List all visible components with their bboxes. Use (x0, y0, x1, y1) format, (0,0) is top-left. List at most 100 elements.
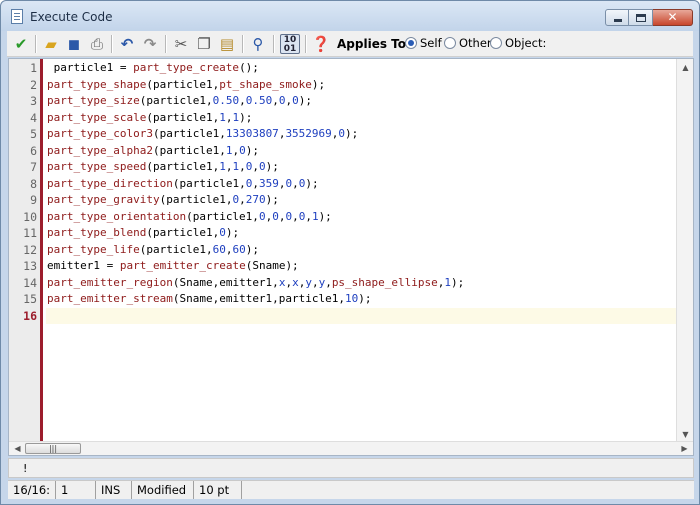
code-line[interactable]: part_type_direction(particle1,0,359,0,0)… (47, 176, 319, 193)
code-token: part_type_alpha2 (47, 143, 153, 157)
line-number: 3 (30, 94, 37, 108)
scroll-right-icon[interactable]: ▶ (676, 440, 693, 455)
open-folder-icon[interactable]: ▰ (41, 34, 61, 54)
code-token: 1 (219, 110, 226, 124)
horizontal-scroll-thumb[interactable]: ||| (25, 443, 81, 454)
radio-object[interactable]: Object: (490, 36, 546, 50)
code-token: (particle1, (152, 127, 226, 140)
code-line[interactable]: part_type_gravity(particle1,0,270); (47, 192, 279, 209)
code-token: ); (305, 176, 319, 190)
code-token: 60 (212, 242, 226, 256)
code-token: ); (311, 77, 326, 91)
code-token: 0 (258, 209, 266, 223)
code-token: 10 (345, 292, 359, 305)
line-number: 7 (30, 160, 37, 174)
code-line[interactable]: particle1 = part_type_create(); (47, 60, 259, 77)
code-token: 0 (272, 209, 279, 223)
code-line[interactable]: part_type_shape(particle1,pt_shape_smoke… (47, 77, 325, 94)
toolbar-separator (273, 35, 274, 53)
code-token: part_type_color3 (47, 127, 153, 140)
code-line[interactable]: part_type_size(particle1,0.50,0.50,0,0); (47, 93, 312, 110)
radio-self[interactable]: Self (405, 36, 442, 50)
save-icon[interactable]: ◼ (64, 34, 84, 54)
document-icon (11, 9, 23, 24)
radio-self-button[interactable] (405, 37, 417, 49)
code-line[interactable]: part_type_blend(particle1,0); (47, 225, 239, 242)
code-token: part_type_speed (47, 160, 147, 173)
code-line[interactable]: part_emitter_region(Sname,emitter1,x,x,y… (47, 275, 464, 292)
line-number: 8 (30, 176, 37, 191)
redo-icon[interactable]: ↷ (140, 34, 160, 54)
check-icon[interactable]: ✔ (11, 34, 31, 54)
code-token: ); (358, 292, 372, 305)
code-token: , (252, 160, 259, 173)
help-icon[interactable]: ❓ (311, 34, 331, 54)
code-token: ); (225, 226, 240, 239)
code-line[interactable]: emitter1 = part_emitter_create(Sname); (47, 258, 299, 275)
code-token: 0.50 (245, 94, 273, 107)
line-number: 13 (23, 259, 37, 273)
code-token: , (305, 209, 312, 223)
code-token: ); (265, 193, 279, 206)
code-token: , (272, 94, 279, 107)
scroll-up-icon[interactable]: ▲ (677, 59, 693, 76)
message-text: ! (23, 462, 28, 475)
toggle-icon[interactable]: 10 01 (280, 34, 300, 54)
paste-icon[interactable]: ▤ (217, 34, 237, 54)
code-token: 0 (239, 143, 246, 157)
horizontal-scrollbar[interactable]: ◀ ||| ▶ (9, 441, 693, 455)
code-editor[interactable]: 1 2 3 4 5 6 7 8 9 10 11 12 13 14 15 16 particle1 = part… (8, 58, 694, 456)
status-mode: INS (96, 481, 132, 499)
current-line-highlight (46, 307, 677, 324)
code-token: (particle1, (146, 160, 220, 173)
toolbar: ✔ ▰ ◼ ⎙ ↶ ↷ ✂ ❐ ▤ ⚲ 10 01 ❓ Applies To: S… (7, 31, 693, 57)
toolbar-separator (242, 35, 243, 53)
radio-other-button[interactable] (444, 37, 456, 49)
code-line[interactable]: part_type_alpha2(particle1,1,0); (47, 143, 259, 160)
close-button[interactable]: ✕ (653, 9, 693, 26)
maximize-icon (636, 14, 646, 22)
window-title: Execute Code (30, 10, 113, 24)
cut-icon[interactable]: ✂ (171, 34, 191, 54)
maximize-button[interactable] (629, 9, 653, 26)
code-token: particle1 = (47, 61, 134, 74)
code-token: (particle1, (152, 143, 226, 157)
vertical-scrollbar[interactable]: ▲ ▼ (676, 59, 693, 443)
code-token: x (292, 275, 299, 289)
code-token: ); (345, 127, 359, 140)
code-token: pt_shape_smoke (219, 77, 312, 91)
copy-icon[interactable]: ❐ (194, 34, 214, 54)
scroll-left-icon[interactable]: ◀ (9, 440, 26, 455)
code-token: , (239, 160, 246, 173)
code-token: 359 (258, 176, 279, 190)
status-position: 16/16: (8, 481, 56, 499)
code-line[interactable]: part_type_color3(particle1,13303807,3552… (47, 126, 358, 143)
title-bar[interactable]: Execute Code ✕ (1, 1, 699, 31)
code-token: part_emitter_stream (47, 292, 173, 305)
code-token: part_emitter_region (47, 275, 173, 289)
code-token: (); (239, 61, 259, 74)
code-line[interactable]: part_type_scale(particle1,1,1); (47, 110, 252, 127)
code-line[interactable]: part_type_life(particle1,60,60); (47, 242, 259, 259)
radio-object-button[interactable] (490, 37, 502, 49)
minimize-button[interactable] (605, 9, 629, 26)
applies-to-label: Applies To: (337, 37, 411, 51)
code-token: (particle1, (186, 209, 259, 223)
toolbar-separator (305, 35, 306, 53)
code-token: y (305, 275, 312, 289)
code-token: 0 (292, 94, 299, 107)
undo-icon[interactable]: ↶ (117, 34, 137, 54)
radio-other[interactable]: Other (444, 36, 492, 50)
line-number: 1 (30, 61, 37, 75)
code-line[interactable]: part_emitter_stream(Sname,emitter1,parti… (47, 291, 372, 308)
code-token: , (325, 275, 332, 289)
search-icon[interactable]: ⚲ (248, 34, 268, 54)
line-number: 9 (30, 193, 37, 207)
toolbar-separator (111, 35, 112, 53)
code-line[interactable]: part_type_speed(particle1,1,1,0,0); (47, 159, 279, 176)
code-line[interactable]: part_type_orientation(particle1,0,0,0,0,… (47, 209, 332, 226)
print-icon[interactable]: ⎙ (87, 34, 107, 54)
code-token: (Sname); (245, 259, 299, 272)
code-token: , (239, 94, 246, 107)
code-token: 3552969 (285, 127, 332, 140)
